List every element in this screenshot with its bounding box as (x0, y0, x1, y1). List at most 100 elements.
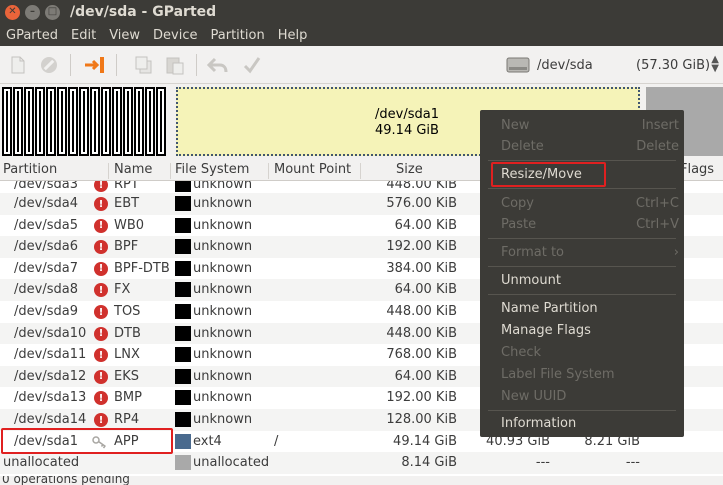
menu-device[interactable]: Device (147, 28, 204, 43)
row-size: 448.00 KiB (386, 325, 457, 341)
row-name: RP4 (114, 412, 140, 427)
delete-icon (41, 57, 57, 73)
menu-view[interactable]: View (103, 28, 147, 43)
menu-item-check[interactable]: Check (501, 345, 679, 360)
maximize-window-button[interactable]: □ (45, 4, 60, 20)
table-row-unallocated[interactable]: unallocated unallocated 8.14 GiB --- --- (0, 452, 723, 474)
header-mountpoint[interactable]: Mount Point (274, 162, 351, 177)
row-unused: --- (625, 455, 640, 471)
row-name: BMP (114, 390, 142, 406)
close-window-button[interactable]: ✕ (5, 4, 20, 20)
small-partitions-strip[interactable] (2, 87, 172, 156)
row-partition: /dev/sda4 (14, 196, 78, 211)
menu-item-information[interactable]: Information (501, 416, 679, 431)
minimize-icon: – (30, 6, 35, 17)
row-fs: unknown (193, 282, 253, 298)
row-fs: unknown (193, 217, 253, 233)
harddisk-icon (506, 57, 530, 73)
warning-icon: ! (94, 326, 108, 341)
row-partition: /dev/sda7 (14, 260, 78, 276)
menu-bar: GParted Edit View Device Partition Help (0, 24, 723, 46)
sda1-block-name: /dev/sda1 (375, 107, 439, 122)
resize-move-highlight (491, 162, 606, 187)
delete-partition-button[interactable] (38, 54, 60, 76)
row-partition: /dev/sda5 (14, 217, 78, 233)
header-name[interactable]: Name (114, 162, 152, 177)
warning-icon: ! (94, 348, 108, 363)
row-size: 576.00 KiB (386, 196, 457, 211)
menu-item-delete[interactable]: Delete Delete (501, 139, 679, 154)
row-partition: /dev/sda3 (14, 181, 78, 192)
header-filesystem[interactable]: File System (175, 162, 249, 177)
row-size: 768.00 KiB (386, 347, 457, 363)
row-mount: / (274, 433, 279, 449)
resize-move-button[interactable] (84, 54, 106, 76)
undo-icon (207, 57, 228, 73)
menu-gparted[interactable]: GParted (0, 28, 65, 43)
row-name: FX (114, 282, 131, 298)
menu-item-paste[interactable]: Paste Ctrl+V (501, 217, 679, 232)
menu-edit[interactable]: Edit (65, 28, 103, 43)
menu-item-new[interactable]: New Insert (501, 118, 679, 133)
row-fs: unknown (193, 260, 253, 276)
undo-button[interactable] (207, 54, 229, 76)
minimize-window-button[interactable]: – (25, 4, 40, 20)
device-size: (57.30 GiB) (636, 57, 711, 73)
row-partition: /dev/sda12 (14, 368, 87, 384)
warning-icon: ! (94, 391, 108, 406)
row-fs: unknown (193, 181, 253, 192)
apply-button[interactable] (241, 54, 263, 76)
device-selector[interactable]: /dev/sda (57.30 GiB) ▲ ▼ (505, 52, 723, 78)
row-fs: unknown (193, 368, 253, 384)
row-fs: ext4 (193, 433, 222, 449)
copy-button[interactable] (133, 54, 155, 76)
menu-help[interactable]: Help (272, 28, 315, 43)
row-fs: unknown (193, 325, 253, 341)
new-partition-button[interactable] (7, 54, 29, 76)
row-name: EBT (114, 196, 140, 211)
warning-icon: ! (94, 305, 108, 319)
row-fs: unknown (193, 390, 253, 406)
row-fs: unknown (193, 412, 253, 427)
row-name: DTB (114, 325, 141, 341)
row-fs: unknown (193, 304, 253, 319)
menu-item-copy[interactable]: Copy Ctrl+C (501, 196, 679, 211)
row-name: WB0 (114, 217, 145, 233)
warning-icon: ! (94, 369, 108, 384)
operations-pending: 0 operations pending (2, 476, 130, 485)
status-bar: 0 operations pending (0, 476, 723, 485)
paste-button[interactable] (164, 54, 186, 76)
warning-icon: ! (94, 261, 108, 276)
row-name: EKS (114, 368, 139, 384)
paste-icon (166, 57, 184, 75)
row-size: 8.14 GiB (401, 455, 457, 471)
row-size: 192.00 KiB (386, 239, 457, 255)
row-size: 192.00 KiB (386, 390, 457, 406)
row-size: 64.00 KiB (394, 282, 457, 298)
warning-icon: ! (94, 181, 108, 192)
new-icon (11, 56, 25, 74)
row-name: RPT (114, 181, 139, 192)
resize-move-icon (85, 57, 104, 73)
partition-context-menu: New Insert Delete Delete Resize/Move Copy C… (480, 110, 684, 437)
menu-item-manage-flags[interactable]: Manage Flags (501, 323, 679, 338)
menu-partition[interactable]: Partition (205, 28, 272, 43)
title-bar: ✕ – □ /dev/sda - GParted (0, 0, 723, 24)
row-fs: unknown (193, 239, 253, 255)
warning-icon: ! (94, 283, 108, 298)
header-partition[interactable]: Partition (3, 162, 57, 177)
menu-item-new-uuid[interactable]: New UUID (501, 389, 679, 404)
menu-item-unmount[interactable]: Unmount (501, 273, 679, 288)
menu-item-name-partition[interactable]: Name Partition (501, 301, 679, 316)
menu-item-label-filesystem[interactable]: Label File System (501, 367, 679, 382)
menu-item-format-to[interactable]: Format to › (501, 245, 679, 260)
header-size[interactable]: Size (396, 162, 423, 177)
maximize-icon: □ (47, 6, 58, 17)
row-partition: /dev/sda9 (14, 304, 78, 319)
row-fs: unknown (193, 196, 253, 211)
row-name: TOS (114, 304, 141, 319)
spinner-arrows-icon: ▲ ▼ (711, 54, 719, 74)
row-size: 448.00 KiB (386, 304, 457, 319)
header-flags[interactable]: Flags (680, 162, 714, 177)
row-partition: /dev/sda8 (14, 282, 78, 298)
